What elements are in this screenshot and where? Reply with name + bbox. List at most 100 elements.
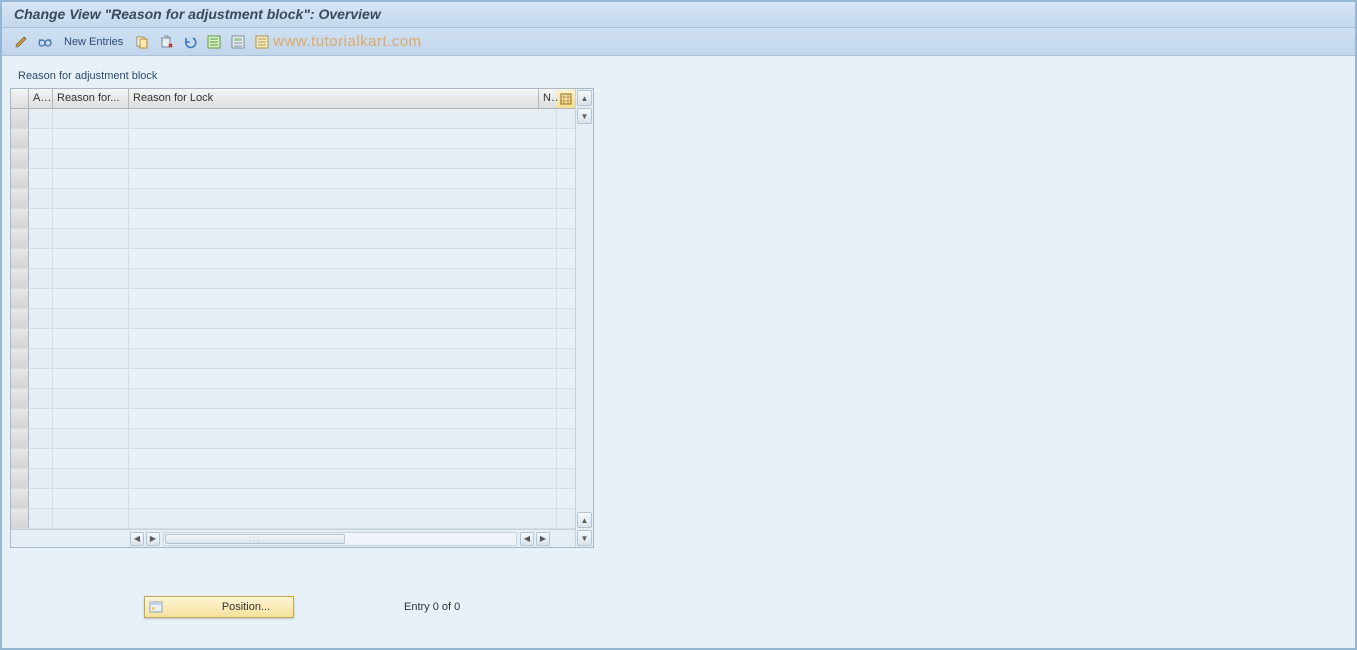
position-button[interactable]: Position... — [144, 596, 294, 618]
cell-na[interactable] — [557, 469, 575, 488]
cell-a[interactable] — [29, 349, 53, 368]
cell-reason-for[interactable] — [53, 149, 129, 168]
cell-reason-for[interactable] — [53, 349, 129, 368]
cell-reason-for[interactable] — [53, 429, 129, 448]
cell-reason-for-lock[interactable] — [129, 149, 557, 168]
cell-reason-for[interactable] — [53, 209, 129, 228]
row-selector[interactable] — [11, 149, 29, 168]
cell-na[interactable] — [557, 369, 575, 388]
cell-reason-for-lock[interactable] — [129, 189, 557, 208]
cell-a[interactable] — [29, 489, 53, 508]
row-selector[interactable] — [11, 249, 29, 268]
cell-reason-for-lock[interactable] — [129, 329, 557, 348]
row-selector[interactable] — [11, 349, 29, 368]
cell-na[interactable] — [557, 189, 575, 208]
cell-na[interactable] — [557, 489, 575, 508]
cell-na[interactable] — [557, 109, 575, 128]
cell-reason-for-lock[interactable] — [129, 469, 557, 488]
row-selector[interactable] — [11, 369, 29, 388]
cell-reason-for[interactable] — [53, 109, 129, 128]
table-row[interactable] — [11, 469, 575, 489]
cell-a[interactable] — [29, 109, 53, 128]
table-row[interactable] — [11, 409, 575, 429]
cell-a[interactable] — [29, 469, 53, 488]
cell-a[interactable] — [29, 389, 53, 408]
row-selector[interactable] — [11, 269, 29, 288]
cell-na[interactable] — [557, 129, 575, 148]
vscroll-up2-icon[interactable]: ▼ — [577, 108, 592, 124]
cell-a[interactable] — [29, 169, 53, 188]
row-selector[interactable] — [11, 189, 29, 208]
cell-reason-for[interactable] — [53, 469, 129, 488]
undo-icon[interactable] — [181, 33, 199, 51]
table-row[interactable] — [11, 389, 575, 409]
column-header-selector[interactable] — [11, 89, 29, 108]
cell-reason-for[interactable] — [53, 489, 129, 508]
cell-na[interactable] — [557, 209, 575, 228]
table-row[interactable] — [11, 509, 575, 529]
deselect-all-icon[interactable] — [253, 33, 271, 51]
cell-reason-for-lock[interactable] — [129, 229, 557, 248]
cell-a[interactable] — [29, 509, 53, 528]
row-selector[interactable] — [11, 309, 29, 328]
cell-reason-for-lock[interactable] — [129, 169, 557, 188]
row-selector[interactable] — [11, 489, 29, 508]
cell-reason-for[interactable] — [53, 189, 129, 208]
table-row[interactable] — [11, 329, 575, 349]
cell-na[interactable] — [557, 509, 575, 528]
table-row[interactable] — [11, 169, 575, 189]
row-selector[interactable] — [11, 509, 29, 528]
cell-a[interactable] — [29, 429, 53, 448]
table-row[interactable] — [11, 309, 575, 329]
cell-reason-for-lock[interactable] — [129, 389, 557, 408]
hscroll-right-end-icon[interactable]: ▶ — [536, 532, 550, 546]
cell-na[interactable] — [557, 389, 575, 408]
cell-na[interactable] — [557, 169, 575, 188]
cell-a[interactable] — [29, 229, 53, 248]
column-header-a[interactable]: A... — [29, 89, 53, 108]
cell-na[interactable] — [557, 429, 575, 448]
table-row[interactable] — [11, 369, 575, 389]
cell-a[interactable] — [29, 309, 53, 328]
cell-reason-for[interactable] — [53, 249, 129, 268]
cell-a[interactable] — [29, 209, 53, 228]
cell-reason-for-lock[interactable] — [129, 309, 557, 328]
row-selector[interactable] — [11, 289, 29, 308]
row-selector[interactable] — [11, 229, 29, 248]
cell-a[interactable] — [29, 409, 53, 428]
vscroll-up-icon[interactable]: ▲ — [577, 90, 592, 106]
table-row[interactable] — [11, 449, 575, 469]
select-block-icon[interactable] — [229, 33, 247, 51]
cell-reason-for[interactable] — [53, 229, 129, 248]
table-row[interactable] — [11, 249, 575, 269]
cell-na[interactable] — [557, 149, 575, 168]
copy-icon[interactable] — [133, 33, 151, 51]
cell-reason-for[interactable] — [53, 309, 129, 328]
cell-a[interactable] — [29, 329, 53, 348]
cell-na[interactable] — [557, 229, 575, 248]
cell-a[interactable] — [29, 269, 53, 288]
cell-reason-for-lock[interactable] — [129, 209, 557, 228]
cell-reason-for-lock[interactable] — [129, 489, 557, 508]
cell-reason-for[interactable] — [53, 389, 129, 408]
hscroll-left-icon[interactable]: ▶ — [146, 532, 160, 546]
cell-a[interactable] — [29, 289, 53, 308]
table-row[interactable] — [11, 289, 575, 309]
cell-reason-for-lock[interactable] — [129, 429, 557, 448]
cell-reason-for-lock[interactable] — [129, 129, 557, 148]
table-row[interactable] — [11, 229, 575, 249]
cell-reason-for[interactable] — [53, 269, 129, 288]
cell-a[interactable] — [29, 189, 53, 208]
hscroll-right-icon[interactable]: ◀ — [520, 532, 534, 546]
vscroll-track[interactable] — [576, 125, 593, 511]
cell-a[interactable] — [29, 149, 53, 168]
table-row[interactable] — [11, 189, 575, 209]
cell-a[interactable] — [29, 449, 53, 468]
table-row[interactable] — [11, 489, 575, 509]
row-selector[interactable] — [11, 329, 29, 348]
hscroll-track[interactable]: ::: — [163, 532, 517, 546]
table-row[interactable] — [11, 149, 575, 169]
cell-na[interactable] — [557, 349, 575, 368]
cell-reason-for[interactable] — [53, 129, 129, 148]
cell-reason-for-lock[interactable] — [129, 369, 557, 388]
